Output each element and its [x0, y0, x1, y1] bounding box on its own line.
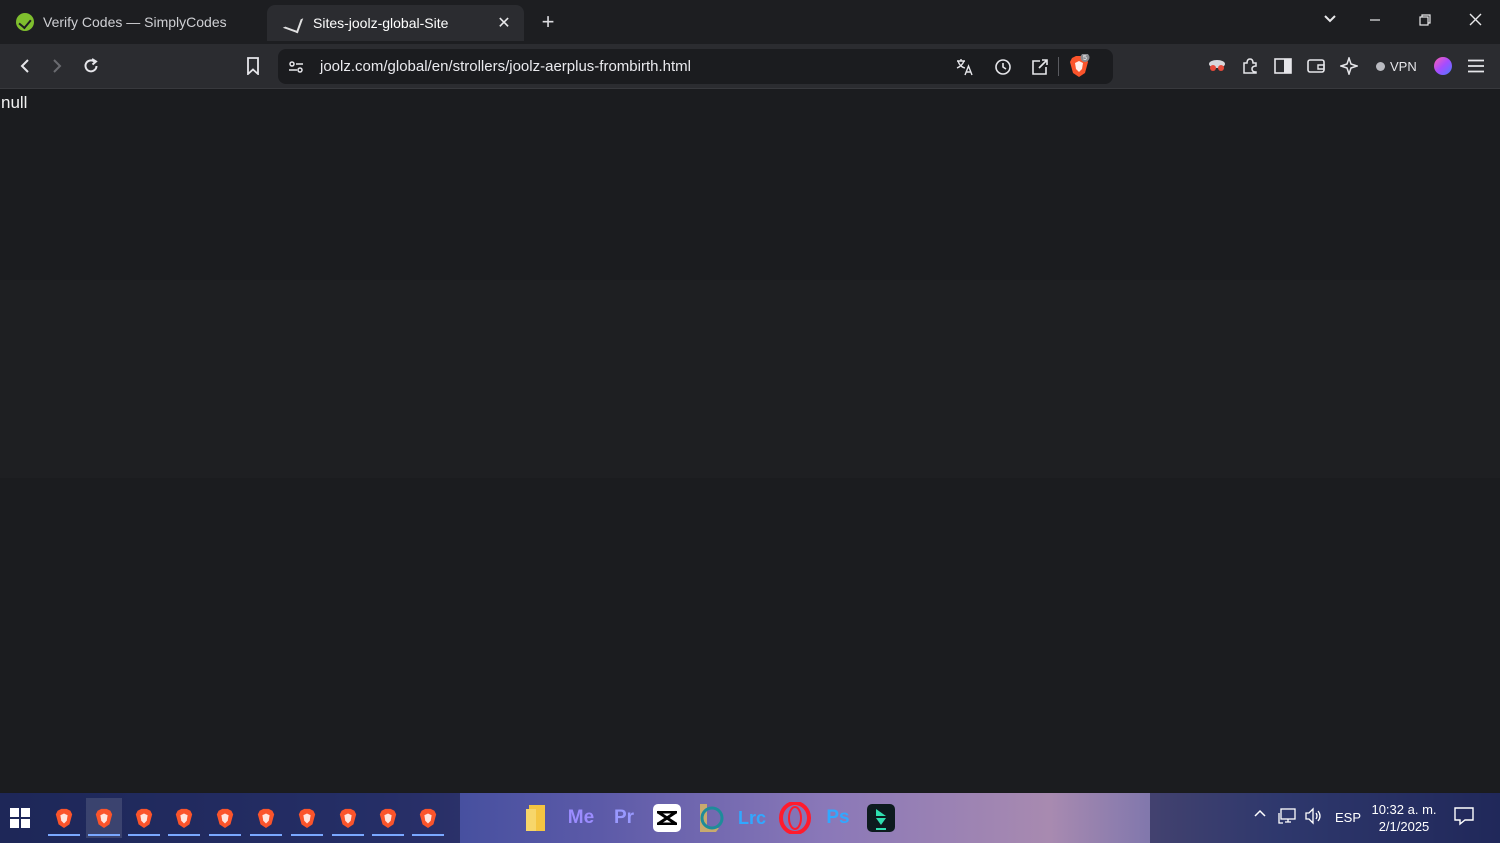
- back-button[interactable]: [10, 51, 40, 81]
- share-icon[interactable]: [1025, 52, 1055, 82]
- taskbar-brave-window-1[interactable]: [46, 798, 82, 838]
- profile-avatar[interactable]: [1428, 51, 1458, 81]
- notification-center-icon[interactable]: [1453, 805, 1477, 829]
- brave-icon: [419, 808, 437, 828]
- windows-start-icon[interactable]: [10, 808, 30, 828]
- taskbar-brave-window-2[interactable]: [86, 798, 122, 838]
- loading-spinner-icon: [282, 12, 304, 34]
- taskbar-clock[interactable]: 10:32 a. m. 2/1/2025: [1368, 801, 1440, 835]
- taskbar-shade-right: [1150, 793, 1500, 843]
- bookmark-icon[interactable]: [238, 51, 268, 81]
- taskbar-brave-window-6[interactable]: [248, 798, 284, 838]
- browser-toolbar: joolz.com/global/en/strollers/joolz-aerp…: [0, 44, 1500, 89]
- page-content: null: [0, 90, 1500, 792]
- brave-icon: [257, 808, 275, 828]
- leo-assistant-icon[interactable]: [1202, 51, 1232, 81]
- brave-icon: [298, 808, 316, 828]
- vpn-label: VPN: [1390, 58, 1417, 74]
- filmora-icon: [867, 804, 895, 832]
- leo-ai-icon[interactable]: [1334, 51, 1364, 81]
- taskbar-brave-window-5[interactable]: [207, 798, 243, 838]
- brave-icon: [379, 808, 397, 828]
- sidebar-toggle-icon[interactable]: [1268, 51, 1298, 81]
- shields-badge-count: 5: [1083, 55, 1087, 62]
- media-encoder-icon: Me: [567, 807, 595, 828]
- simplycodes-favicon-icon: [16, 13, 34, 31]
- taskbar-brave-window-4[interactable]: [166, 798, 202, 838]
- taskbar-brave-window-10[interactable]: [410, 798, 446, 838]
- forward-button[interactable]: [42, 51, 72, 81]
- site-settings-icon[interactable]: [281, 52, 311, 82]
- taskbar-brave-window-7[interactable]: [289, 798, 325, 838]
- new-tab-button[interactable]: +: [537, 10, 559, 34]
- vpn-button[interactable]: VPN: [1370, 54, 1423, 78]
- brave-icon: [216, 808, 234, 828]
- tab-strip: Verify Codes — SimplyCodes Sites-joolz-g…: [0, 0, 1500, 44]
- capcut-icon: [653, 804, 681, 832]
- opera-icon: [779, 802, 811, 834]
- tab-title: Sites-joolz-global-Site: [313, 15, 449, 31]
- taskbar-photoshop[interactable]: Ps: [821, 801, 855, 835]
- reload-button[interactable]: [76, 51, 106, 81]
- input-language-indicator[interactable]: ESP: [1335, 810, 1361, 825]
- restore-button[interactable]: [1410, 8, 1440, 36]
- photoshop-icon: Ps: [826, 807, 850, 828]
- tab-list-chevron-icon[interactable]: [1315, 8, 1345, 36]
- taskbar-brave-window-3[interactable]: [126, 798, 162, 838]
- brave-shields-icon[interactable]: 5: [1064, 51, 1094, 81]
- volume-icon[interactable]: [1304, 807, 1324, 828]
- menu-hamburger-icon[interactable]: [1461, 51, 1491, 81]
- brave-icon: [135, 808, 153, 828]
- taskbar-league-of-legends[interactable]: [693, 801, 727, 835]
- address-bar[interactable]: joolz.com/global/en/strollers/joolz-aerp…: [278, 49, 1113, 84]
- folder-icon: [526, 805, 545, 831]
- premiere-pro-icon: Pr: [613, 807, 635, 828]
- taskbar-lightroom-classic[interactable]: Lrc: [735, 801, 769, 835]
- page-body-text: null: [1, 93, 28, 112]
- minimize-button[interactable]: [1360, 8, 1390, 36]
- content-background-band: [0, 280, 1500, 478]
- address-bar-divider: [1058, 57, 1059, 76]
- extensions-icon[interactable]: [1235, 51, 1265, 81]
- tab-joolz-active[interactable]: Sites-joolz-global-Site ✕: [267, 5, 524, 41]
- taskbar-file-explorer[interactable]: [518, 798, 554, 838]
- taskbar-premiere-pro[interactable]: Pr: [607, 801, 641, 835]
- show-hidden-icons-chevron-icon[interactable]: [1253, 807, 1267, 824]
- vpn-status-icon: [1376, 61, 1385, 71]
- close-window-button[interactable]: [1460, 8, 1490, 36]
- tab-close-icon[interactable]: ✕: [494, 13, 514, 33]
- url-text[interactable]: joolz.com/global/en/strollers/joolz-aerp…: [320, 58, 691, 75]
- taskbar-capcut[interactable]: [650, 801, 684, 835]
- taskbar-filmora[interactable]: [864, 801, 898, 835]
- league-of-legends-icon: [700, 804, 724, 832]
- network-icon[interactable]: [1278, 807, 1298, 828]
- brave-icon: [175, 808, 193, 828]
- brave-icon: [55, 808, 73, 828]
- taskbar-opera[interactable]: [778, 801, 812, 835]
- tab-title: Verify Codes — SimplyCodes: [43, 14, 227, 30]
- clock-time: 10:32 a. m.: [1371, 802, 1437, 817]
- tab-simplycodes[interactable]: Verify Codes — SimplyCodes: [0, 0, 262, 44]
- brave-icon: [339, 808, 357, 828]
- taskbar-brave-window-9[interactable]: [370, 798, 406, 838]
- translate-icon[interactable]: [950, 52, 980, 82]
- history-icon[interactable]: [988, 52, 1018, 82]
- taskbar-brave-window-8[interactable]: [330, 798, 366, 838]
- wallet-icon[interactable]: [1301, 51, 1331, 81]
- taskbar-media-encoder[interactable]: Me: [564, 801, 598, 835]
- clock-date: 2/1/2025: [1378, 819, 1430, 834]
- windows-taskbar: Me Pr Lrc Ps ESP 10:32 a. m. 2/1/2025: [0, 793, 1500, 843]
- lightroom-classic-icon: Lrc: [737, 807, 766, 828]
- brave-icon: [95, 808, 113, 828]
